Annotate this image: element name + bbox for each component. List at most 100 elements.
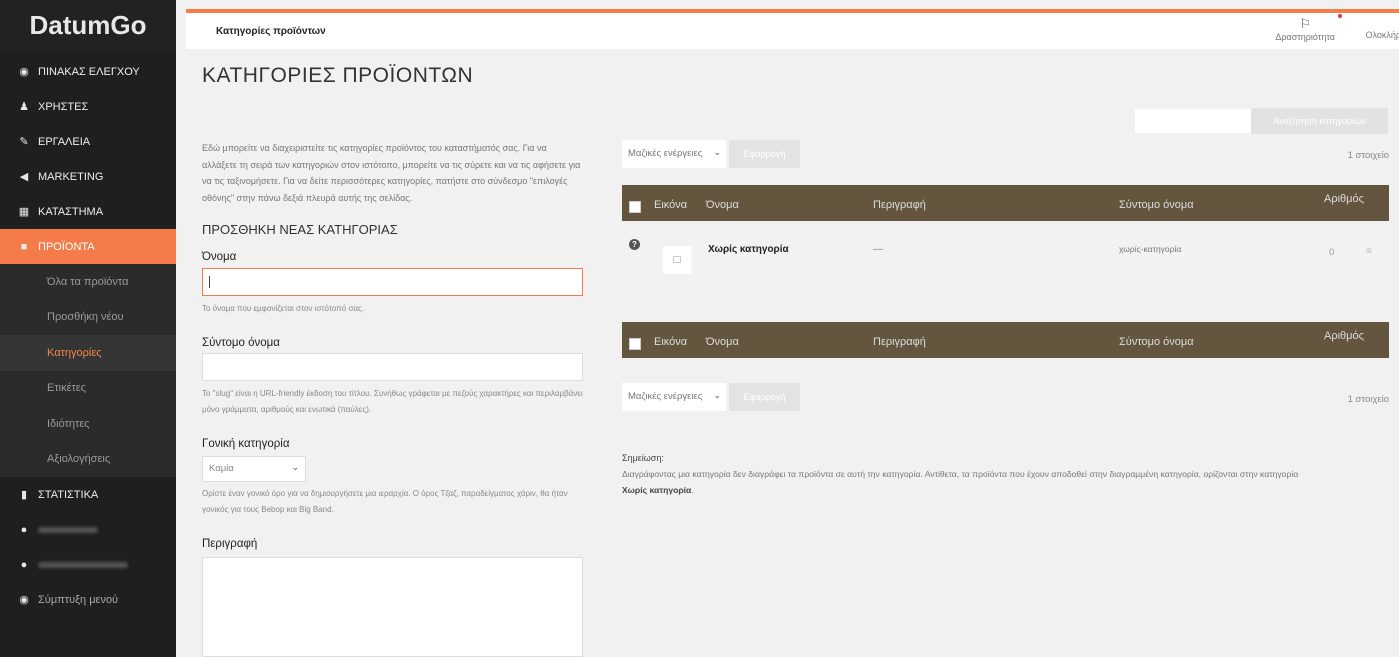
chevron-down-icon: ⌄ xyxy=(713,390,721,400)
sidebar-item-store[interactable]: ▦ ΚΑΤΑΣΤΗΜΑ xyxy=(0,194,176,229)
sidebar-item-label: ΠΡΟΪΟΝΤΑ xyxy=(38,240,95,253)
store-icon: ▦ xyxy=(18,206,30,218)
submenu-item-attributes[interactable]: Ιδιότητες xyxy=(0,406,176,442)
sidebar-item-tools[interactable]: ✎ ΕΡΓΑΛΕΙΑ xyxy=(0,124,176,159)
table-row[interactable]: ? Χωρίς κατηγορία — χωρίς-κατηγορία 0 ≡ xyxy=(622,225,1389,321)
breadcrumb: Κατηγορίες προϊόντων xyxy=(216,26,326,37)
text-caret xyxy=(209,276,210,288)
bulk-actions-label: Μαζικές ενέργειες xyxy=(628,391,703,402)
bar-chart-icon: ▮ xyxy=(20,489,28,501)
intro-text: Εδώ μπορείτε να διαχειριστείτε τις κατηγ… xyxy=(202,143,581,203)
add-category-heading: ΠΡΟΣΘΗΚΗ ΝΕΑΣ ΚΑΤΗΓΟΡΙΑΣ xyxy=(202,222,398,237)
topbar: Κατηγορίες προϊόντων ⚐ Δραστηριότητα Ολο… xyxy=(186,13,1399,49)
column-count[interactable]: Αριθμός xyxy=(1324,330,1364,342)
submenu-item-tags[interactable]: Ετικέτες xyxy=(0,371,176,407)
activity-button[interactable]: ⚐ Δραστηριότητα xyxy=(1275,14,1342,42)
user-icon: ♟ xyxy=(19,101,29,113)
submenu-item-add-new[interactable]: Προσθήκη νέου xyxy=(0,300,176,336)
notification-dot xyxy=(1338,14,1342,18)
slug-help: Το "slug" είναι η URL-friendly έκδοση το… xyxy=(202,389,583,414)
parent-help: Ορίστε έναν γονικό όρο για να δημιουργήσ… xyxy=(202,489,568,514)
column-slug[interactable]: Σύντομο όνομα xyxy=(1119,336,1194,348)
column-name[interactable]: Όνομα xyxy=(706,336,739,348)
sidebar-item-label: MARKETING xyxy=(38,170,104,183)
submenu-item-all-products[interactable]: Όλα τα προϊόντα xyxy=(0,264,176,300)
products-submenu: Όλα τα προϊόντα Προσθήκη νέου Κατηγορίες… xyxy=(0,264,176,477)
bulk-actions-label: Μαζικές ενέργειες xyxy=(628,148,703,159)
blurred-label xyxy=(38,561,128,568)
image-placeholder-icon xyxy=(663,246,691,274)
megaphone-icon: ◀ xyxy=(19,171,29,183)
row-count: 0 xyxy=(1329,247,1335,258)
parent-select-value: Καμία xyxy=(209,463,234,474)
note-period: . xyxy=(691,485,694,495)
table-header-bottom: Εικόνα Όνομα Περιγραφή Σύντομο όνομα Αρι… xyxy=(622,322,1389,358)
bulk-actions-select-top[interactable]: Μαζικές ενέργειες ⌄ xyxy=(622,140,726,168)
collapse-menu-label: Σύμπτυξη μενού xyxy=(38,593,119,606)
parent-select[interactable]: Καμία ⌄ xyxy=(202,456,306,482)
sidebar-item-label: ΣΤΑΤΙΣΤΙΚΑ xyxy=(38,488,99,501)
sidebar-item-label: ΠΙΝΑΚΑΣ ΕΛΕΓΧΟΥ xyxy=(38,65,140,78)
submenu-item-reviews[interactable]: Αξιολογήσεις xyxy=(0,442,176,478)
apply-button-bottom[interactable]: Εφαρμογή xyxy=(729,383,800,411)
select-all-checkbox[interactable] xyxy=(629,201,641,213)
column-image[interactable]: Εικόνα xyxy=(654,336,687,348)
logo[interactable]: DatumGo xyxy=(0,0,176,50)
name-label: Όνομα xyxy=(202,251,237,263)
sidebar-item-dashboard[interactable]: ◉ ΠΙΝΑΚΑΣ ΕΛΕΓΧΟΥ xyxy=(0,54,176,89)
slug-label: Σύντομο όνομα xyxy=(202,337,280,349)
dot-icon: ● xyxy=(20,558,28,571)
chevron-down-icon: ⌄ xyxy=(713,147,721,157)
note-text: Διαγράφοντας μια κατηγορία δεν διαγράφει… xyxy=(622,466,1392,498)
name-input[interactable] xyxy=(202,268,583,296)
submenu-item-categories[interactable]: Κατηγορίες xyxy=(0,335,176,371)
parent-label: Γονική κατηγορία xyxy=(202,438,290,450)
sidebar-item-marketing[interactable]: ◀ MARKETING xyxy=(0,159,176,194)
sidebar-item-label: ΧΡΗΣΤΕΣ xyxy=(38,100,89,113)
table-header-top: Εικόνα Όνομα Περιγραφή Σύντομο όνομα Αρι… xyxy=(622,185,1389,221)
note-title: Σημείωση: xyxy=(622,453,664,463)
name-help: Το όνομα που εμφανίζεται στον ιστότοπό σ… xyxy=(202,304,365,313)
column-image[interactable]: Εικόνα xyxy=(654,199,687,211)
item-count-bottom: 1 στοιχείο xyxy=(1347,394,1389,405)
note-body: Διαγράφοντας μια κατηγορία δεν διαγράφει… xyxy=(622,469,1299,479)
sidebar: DatumGo ◉ ΠΙΝΑΚΑΣ ΕΛΕΓΧΟΥ ♟ ΧΡΗΣΤΕΣ ✎ ΕΡ… xyxy=(0,0,176,657)
dot-icon: ● xyxy=(20,523,28,536)
note-category: Χωρίς κατηγορία xyxy=(622,485,692,495)
row-slug: χωρίς-κατηγορία xyxy=(1119,244,1182,254)
page-title: ΚΑΤΗΓΟΡΙΕΣ ΠΡΟΪΟΝΤΩΝ xyxy=(202,64,474,87)
apply-button-top[interactable]: Εφαρμογή xyxy=(729,140,800,168)
sidebar-item-blurred-1[interactable]: ● xyxy=(0,512,176,547)
blurred-label xyxy=(38,526,98,533)
complete-link[interactable]: Ολοκλήρ xyxy=(1366,30,1399,40)
chevron-down-icon: ⌄ xyxy=(291,462,299,472)
item-count-top: 1 στοιχείο xyxy=(1347,150,1389,161)
sidebar-item-statistics[interactable]: ▮ ΣΤΑΤΙΣΤΙΚΑ xyxy=(0,477,176,512)
column-name[interactable]: Όνομα xyxy=(706,199,739,211)
search-categories-button[interactable]: Αναζήτηση κατηγοριών xyxy=(1251,108,1388,134)
description-textarea[interactable] xyxy=(202,557,583,657)
column-description[interactable]: Περιγραφή xyxy=(873,336,926,348)
column-slug[interactable]: Σύντομο όνομα xyxy=(1119,199,1194,211)
sidebar-item-users[interactable]: ♟ ΧΡΗΣΤΕΣ xyxy=(0,89,176,124)
drag-handle-icon[interactable]: ≡ xyxy=(1366,246,1372,257)
collapse-menu-button[interactable]: ◉ Σύμπτυξη μενού xyxy=(0,582,176,617)
row-name[interactable]: Χωρίς κατηγορία xyxy=(708,244,789,255)
activity-label: Δραστηριότητα xyxy=(1275,32,1335,42)
sidebar-item-products[interactable]: ■ ΠΡΟΪΟΝΤΑ xyxy=(0,229,176,264)
row-description: — xyxy=(873,244,883,255)
column-count[interactable]: Αριθμός xyxy=(1324,193,1364,205)
description-label: Περιγραφή xyxy=(202,538,258,550)
flag-icon: ⚐ xyxy=(1275,14,1342,32)
bulk-actions-select-bottom[interactable]: Μαζικές ενέργειες ⌄ xyxy=(622,383,726,411)
select-all-checkbox[interactable] xyxy=(629,338,641,350)
sidebar-item-blurred-2[interactable]: ● xyxy=(0,547,176,582)
help-icon[interactable]: ? xyxy=(629,239,640,250)
sidebar-item-label: ΕΡΓΑΛΕΙΑ xyxy=(38,135,91,148)
column-description[interactable]: Περιγραφή xyxy=(873,199,926,211)
slug-input[interactable] xyxy=(202,353,583,381)
search-input[interactable] xyxy=(1135,109,1251,133)
collapse-icon: ◉ xyxy=(19,594,29,606)
sidebar-item-label: ΚΑΤΑΣΤΗΜΑ xyxy=(38,205,104,218)
dashboard-icon: ◉ xyxy=(19,66,29,78)
